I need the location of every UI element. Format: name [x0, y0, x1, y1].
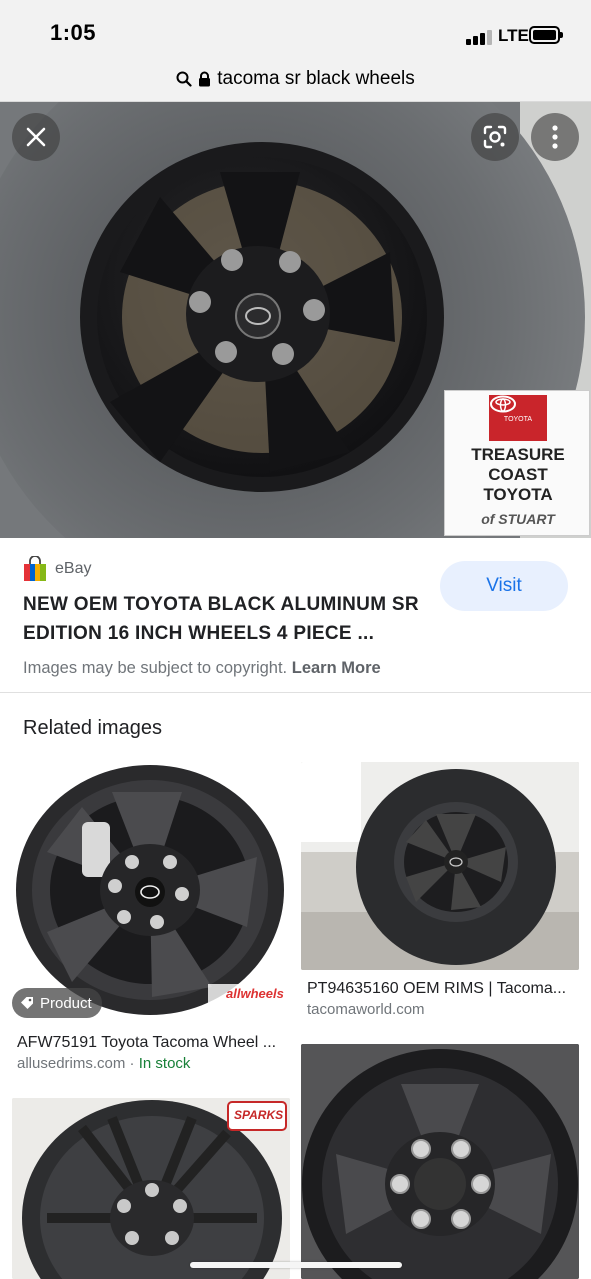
related-image-2[interactable]	[301, 762, 579, 970]
search-icon	[176, 71, 192, 87]
tile-watermark: SPARKS	[234, 1108, 284, 1122]
ebay-icon	[24, 556, 46, 581]
more-options-button[interactable]	[531, 113, 579, 161]
signal-icon	[466, 29, 492, 45]
related-image-4[interactable]	[301, 1044, 579, 1279]
card-source: allusedrims.com · In stock	[17, 1055, 191, 1072]
status-bar: 1:05 LTE	[0, 0, 591, 56]
status-time: 1:05	[50, 20, 97, 45]
main-result-image[interactable]: TOYOTA TREASURE COAST TOYOTA of STUART	[0, 102, 591, 538]
copyright-notice: Images may be subject to copyright. Lear…	[23, 659, 381, 677]
wheel-thumbnail	[301, 1044, 579, 1279]
result-source[interactable]: eBay	[23, 556, 91, 582]
source-name: eBay	[55, 560, 92, 577]
divider	[0, 692, 591, 693]
tag-icon	[21, 997, 33, 1009]
home-indicator[interactable]	[190, 1262, 402, 1268]
product-chip: Product	[12, 988, 102, 1018]
url-text: tacoma sr black wheels	[217, 67, 415, 89]
related-image-1[interactable]: allwheels	[12, 762, 290, 1024]
card-title[interactable]: AFW75191 Toyota Tacoma Wheel ...	[17, 1034, 285, 1052]
stock-status: In stock	[138, 1055, 191, 1072]
wheel-thumbnail	[301, 762, 579, 970]
result-title[interactable]: NEW OEM TOYOTA BLACK ALUMINUM SR EDITION…	[23, 590, 433, 648]
dealer-watermark: TOYOTA TREASURE COAST TOYOTA of STUART	[444, 390, 590, 536]
url-bar[interactable]: tacoma sr black wheels	[0, 56, 591, 102]
card-source: tacomaworld.com	[307, 1001, 425, 1018]
lens-search-button[interactable]	[471, 113, 519, 161]
more-vert-icon	[552, 125, 558, 149]
learn-more-link[interactable]: Learn More	[292, 659, 381, 677]
network-type: LTE	[498, 26, 529, 45]
card-title[interactable]: PT94635160 OEM RIMS | Tacoma...	[307, 980, 575, 998]
battery-icon	[529, 26, 563, 44]
visit-button[interactable]: Visit	[440, 561, 568, 611]
related-image-3[interactable]: SPARKS	[12, 1098, 290, 1279]
wheel-thumbnail	[12, 1098, 290, 1279]
toyota-emblem-icon	[490, 395, 516, 413]
tile-watermark: allwheels	[226, 986, 284, 1001]
close-icon	[26, 127, 46, 147]
related-images-heading: Related images	[23, 717, 162, 739]
toyota-logo: TOYOTA	[489, 395, 547, 441]
close-button[interactable]	[12, 113, 60, 161]
lens-icon	[483, 125, 507, 149]
lock-icon	[199, 71, 211, 86]
wheel-thumbnail	[16, 765, 286, 1020]
